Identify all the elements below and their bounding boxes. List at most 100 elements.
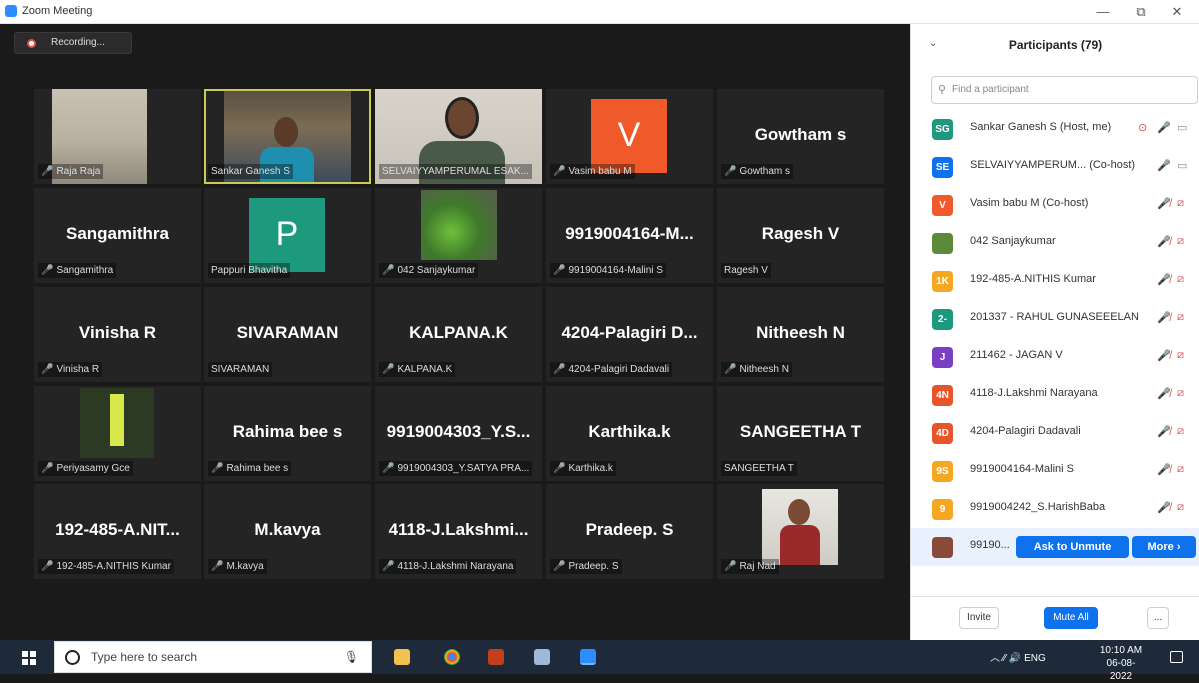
tile-name-label: Sankar Ganesh S bbox=[208, 164, 293, 179]
video-tile[interactable]: Karthika.k 🎤 Karthika.k bbox=[546, 386, 713, 481]
windows-start-icon[interactable] bbox=[22, 651, 36, 665]
video-tile[interactable]: 4204-Palagiri D... 🎤 4204-Palagiri Dadaval… bbox=[546, 287, 713, 382]
participant-name: 4204-Palagiri Dadavali bbox=[970, 425, 1081, 437]
microphone-icon[interactable]: 🎙 bbox=[344, 642, 359, 672]
minimize-button[interactable]: — bbox=[1092, 3, 1114, 21]
mic-muted-icon[interactable]: 🎤̸ bbox=[1157, 387, 1171, 400]
tile-display-name: 192-485-A.NIT... bbox=[55, 520, 180, 539]
participant-row[interactable]: 1K 192-485-A.NITHIS Kumar 🎤̸ ⧄ bbox=[911, 262, 1199, 300]
tile-name-text: Vasim babu M bbox=[568, 166, 632, 177]
notification-icon[interactable] bbox=[1170, 651, 1183, 663]
video-off-icon[interactable]: ⧄ bbox=[1177, 197, 1184, 210]
tile-name-text: Pappuri Bhavitha bbox=[211, 265, 288, 276]
mic-muted-icon[interactable]: 🎤̸ bbox=[1157, 463, 1171, 476]
video-tile[interactable]: 192-485-A.NIT... 🎤 192-485-A.NITHIS Kumar bbox=[34, 484, 201, 579]
participant-row[interactable]: J 211462 - JAGAN V 🎤̸ ⧄ bbox=[911, 338, 1199, 376]
video-tile[interactable]: Sangamithra 🎤 Sangamithra bbox=[34, 188, 201, 283]
mic-muted-icon[interactable]: 🎤̸ bbox=[1157, 197, 1171, 210]
video-tile[interactable]: Ragesh V Ragesh V bbox=[717, 188, 884, 283]
taskbar-search-input[interactable]: Type here to search 🎙 bbox=[54, 641, 372, 673]
participant-row[interactable]: 9S 9919004164-Malini S 🎤̸ ⧄ bbox=[911, 452, 1199, 490]
video-tile[interactable]: Nitheesh N 🎤 Nitheesh N bbox=[717, 287, 884, 382]
video-tile[interactable]: P Pappuri Bhavitha bbox=[204, 188, 371, 283]
video-off-icon[interactable]: ⧄ bbox=[1177, 349, 1184, 362]
tile-display-name: Karthika.k bbox=[588, 422, 671, 441]
video-off-icon[interactable]: ⧄ bbox=[1177, 311, 1184, 324]
video-tile[interactable]: 4118-J.Lakshmi... 🎤 4118-J.Lakshmi Narayan… bbox=[375, 484, 542, 579]
participant-row[interactable]: 042 Sanjaykumar 🎤̸ ⧄ bbox=[911, 224, 1199, 262]
video-icon[interactable]: ▭ bbox=[1177, 121, 1187, 134]
clock-time: 10:10 AM bbox=[1099, 645, 1143, 656]
mic-muted-icon[interactable]: 🎤̸ bbox=[1157, 273, 1171, 286]
video-icon[interactable]: ▭ bbox=[1177, 159, 1187, 172]
powerpoint-icon[interactable] bbox=[488, 649, 504, 665]
video-off-icon[interactable]: ⧄ bbox=[1177, 273, 1184, 286]
video-tile[interactable]: KALPANA.K 🎤 KALPANA.K bbox=[375, 287, 542, 382]
invite-button[interactable]: Invite bbox=[959, 607, 999, 629]
video-tile[interactable]: 9919004303_Y.S... 🎤 9919004303_Y.SATYA PRA… bbox=[375, 386, 542, 481]
video-tile[interactable]: 🎤 Raj Nad bbox=[717, 484, 884, 579]
tile-name-text: 192-485-A.NITHIS Kumar bbox=[56, 561, 171, 572]
video-tile[interactable]: Vinisha R 🎤 Vinisha R bbox=[34, 287, 201, 382]
file-explorer-icon[interactable] bbox=[394, 649, 410, 665]
tile-name-label: 🎤 KALPANA.K bbox=[379, 362, 456, 377]
participant-name: 9919004164-Malini S bbox=[970, 463, 1074, 475]
mic-muted-icon[interactable]: 🎤̸ bbox=[1157, 349, 1171, 362]
mic-icon[interactable]: 🎤 bbox=[1157, 121, 1171, 134]
video-tile[interactable]: Rahima bee s 🎤 Rahima bee s bbox=[204, 386, 371, 481]
video-off-icon[interactable]: ⧄ bbox=[1177, 425, 1184, 438]
video-tile[interactable]: SELVAIYYAMPERUMAL ESAK... bbox=[375, 89, 542, 184]
restore-button[interactable]: ⧉ bbox=[1130, 3, 1152, 21]
video-tile[interactable]: Pradeep. S 🎤 Pradeep. S bbox=[546, 484, 713, 579]
video-tile[interactable]: Gowtham s 🎤 Gowtham s bbox=[717, 89, 884, 184]
participant-row[interactable]: 2- 201337 - RAHUL GUNASEEELAN 🎤̸ ⧄ bbox=[911, 300, 1199, 338]
participant-name: 4118-J.Lakshmi Narayana bbox=[970, 387, 1098, 399]
video-off-icon[interactable]: ⧄ bbox=[1177, 235, 1184, 248]
ask-to-unmute-button[interactable]: Ask to Unmute bbox=[1016, 536, 1129, 558]
video-tile[interactable]: SIVARAMAN SIVARAMAN bbox=[204, 287, 371, 382]
participant-avatar bbox=[932, 537, 953, 558]
participant-search-input[interactable]: ⚲ Find a participant bbox=[931, 76, 1198, 104]
participant-row[interactable]: V Vasim babu M (Co-host) 🎤̸ ⧄ bbox=[911, 186, 1199, 224]
participant-row[interactable]: 4D 4204-Palagiri Dadavali 🎤̸ ⧄ bbox=[911, 414, 1199, 452]
tile-name-text: Pradeep. S bbox=[568, 561, 619, 572]
participant-row[interactable]: SG Sankar Ganesh S (Host, me) ⊙ 🎤 ▭ bbox=[911, 110, 1199, 148]
taskbar-clock[interactable]: 10:10 AM 06-08-2022 bbox=[1096, 644, 1146, 683]
video-tile[interactable]: 🎤 Raja Raja bbox=[34, 89, 201, 184]
tile-name-text: Periyasamy Gce bbox=[56, 463, 130, 474]
video-tile[interactable]: M.kavya 🎤 M.kavya bbox=[204, 484, 371, 579]
tile-name-label: 🎤 Periyasamy Gce bbox=[38, 461, 133, 476]
participant-row[interactable]: 4N 4118-J.Lakshmi Narayana 🎤̸ ⧄ bbox=[911, 376, 1199, 414]
video-tile[interactable]: 🎤 Periyasamy Gce bbox=[34, 386, 201, 481]
mic-muted-icon[interactable]: 🎤̸ bbox=[1157, 311, 1171, 324]
tile-name-label: 🎤 Gowtham s bbox=[721, 164, 794, 179]
mute-all-button[interactable]: Mute All bbox=[1044, 607, 1098, 629]
mic-icon[interactable]: 🎤 bbox=[1157, 159, 1171, 172]
video-tile[interactable]: Sankar Ganesh S bbox=[204, 89, 371, 184]
video-off-icon[interactable]: ⧄ bbox=[1177, 501, 1184, 514]
chrome-icon[interactable] bbox=[444, 649, 460, 665]
video-tile[interactable]: SANGEETHA T SANGEETHA T bbox=[717, 386, 884, 481]
video-tile[interactable]: V 🎤 Vasim babu M bbox=[546, 89, 713, 184]
video-tile[interactable]: 9919004164-M... 🎤 9919004164-Malini S bbox=[546, 188, 713, 283]
more-options-button[interactable]: ... bbox=[1147, 607, 1169, 629]
zoom-taskbar-icon[interactable] bbox=[580, 649, 596, 665]
app-icon[interactable] bbox=[534, 649, 550, 665]
mic-muted-icon[interactable]: 🎤̸ bbox=[1157, 235, 1171, 248]
tile-name-text: Raj Nad bbox=[739, 561, 776, 572]
recording-indicator[interactable]: Recording... bbox=[14, 32, 132, 54]
participant-row[interactable]: SE SELVAIYYAMPERUM... (Co-host) 🎤 ▭ bbox=[911, 148, 1199, 186]
muted-mic-icon: 🎤 bbox=[553, 561, 566, 572]
mic-muted-icon[interactable]: 🎤̸ bbox=[1157, 425, 1171, 438]
participant-row[interactable]: 99190... Ask to Unmute More › bbox=[911, 528, 1199, 566]
tile-display-name: M.kavya bbox=[254, 520, 321, 539]
video-off-icon[interactable]: ⧄ bbox=[1177, 387, 1184, 400]
tile-name-text: Rahima bee s bbox=[226, 463, 289, 474]
video-off-icon[interactable]: ⧄ bbox=[1177, 463, 1184, 476]
system-tray[interactable]: ︿ ⁄⁄ 🔊 ENG bbox=[990, 649, 1046, 664]
mic-muted-icon[interactable]: 🎤̸ bbox=[1157, 501, 1171, 514]
more-button[interactable]: More › bbox=[1132, 536, 1196, 558]
close-button[interactable]: ✕ bbox=[1166, 3, 1188, 21]
participant-row[interactable]: 9 9919004242_S.HarishBaba 🎤̸ ⧄ bbox=[911, 490, 1199, 528]
video-tile[interactable]: 🎤 042 Sanjaykumar bbox=[375, 188, 542, 283]
